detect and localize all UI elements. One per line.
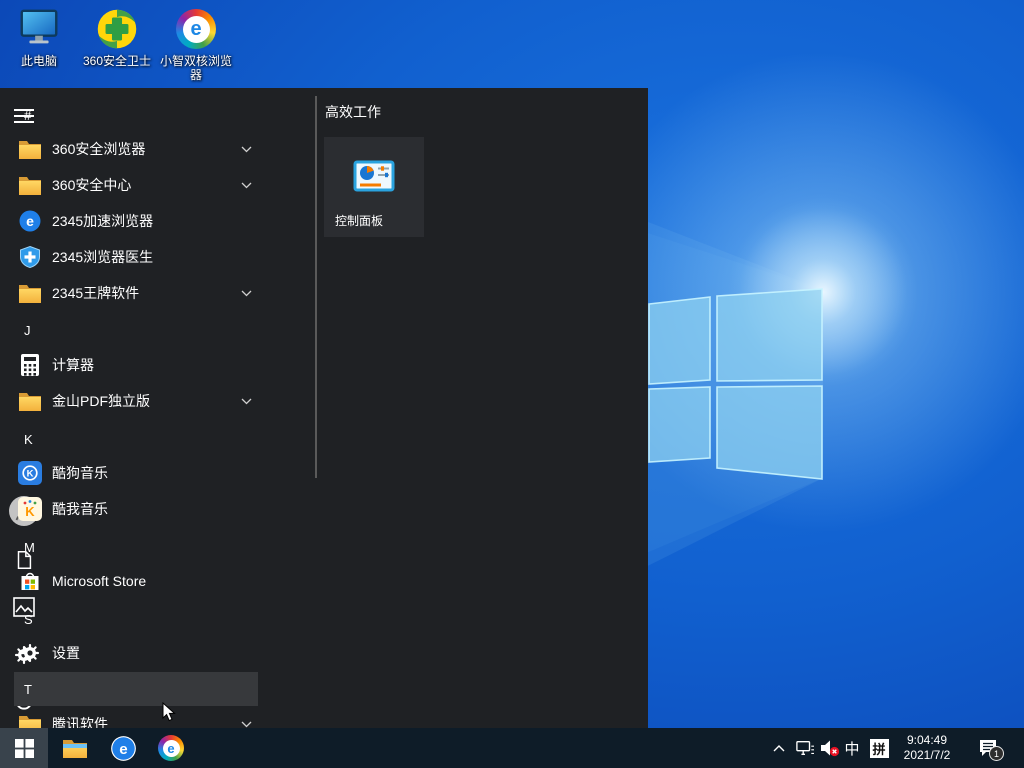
svg-text:K: K: [25, 504, 35, 519]
svg-text:K: K: [27, 469, 34, 480]
360-safeguard-icon: [94, 6, 140, 52]
app-row-kuwo-music[interactable]: K 酷我音乐: [14, 491, 258, 527]
volume-muted-icon[interactable]: [817, 728, 843, 768]
section-header-t[interactable]: T: [14, 672, 258, 706]
app-row-2345-browser-doctor[interactable]: 2345浏览器医生: [14, 239, 258, 275]
section-letter: S: [24, 611, 33, 627]
chevron-down-icon[interactable]: [241, 290, 252, 297]
app-row-settings[interactable]: 设置: [14, 635, 258, 671]
start-windows-icon[interactable]: [0, 728, 48, 768]
this-pc-icon: [16, 6, 62, 52]
chevron-down-icon[interactable]: [241, 146, 252, 153]
desktop-icon-this-pc[interactable]: 此电脑: [0, 6, 78, 68]
desktop-icon-label: 此电脑: [20, 54, 57, 68]
taskbar: e e 中 拼 9:04:49 2021/7/2 1: [0, 728, 1024, 768]
settings-gear-icon: [18, 641, 42, 665]
ime-pinyin[interactable]: 拼: [866, 728, 892, 768]
section-header-s[interactable]: S: [14, 601, 258, 637]
app-row-2345-king-software[interactable]: 2345王牌软件: [14, 275, 258, 311]
chevron-down-icon[interactable]: [241, 398, 252, 405]
app-label: 腾讯软件: [52, 716, 108, 728]
app-row-calculator[interactable]: 计算器: [14, 347, 258, 383]
shield-icon: [18, 245, 42, 269]
app-row-kingsoft-pdf[interactable]: 金山PDF独立版: [14, 383, 258, 419]
folder-icon: [18, 173, 42, 197]
control-panel-icon: [352, 155, 396, 204]
section-letter: M: [24, 539, 35, 555]
xiaozhi-dual-core-browser-icon[interactable]: e: [147, 728, 195, 768]
section-letter: #: [24, 107, 32, 123]
desktop-icon-360-safeguard[interactable]: 360安全卫士: [78, 6, 156, 68]
section-header-j[interactable]: J: [14, 312, 258, 348]
chevron-down-icon[interactable]: [241, 721, 252, 728]
app-list-scrollbar[interactable]: [315, 96, 317, 478]
app-label: 360安全浏览器: [52, 141, 146, 157]
desktop-icon-xiaozhi-browser[interactable]: e 小智双核浏览器: [157, 6, 235, 82]
tile-label: 控制面板: [335, 214, 384, 228]
2345-browser-icon[interactable]: e: [99, 728, 147, 768]
network-icon[interactable]: [793, 728, 817, 768]
ime-mode[interactable]: 中: [841, 728, 863, 768]
file-explorer-icon[interactable]: [51, 728, 99, 768]
desktop-screen: 此电脑 360安全卫士 e 小智双核浏览器 # 360安全浏览器 360安全中心…: [0, 0, 1024, 768]
clock[interactable]: 9:04:49 2021/7/2: [892, 728, 962, 768]
folder-icon: [18, 137, 42, 161]
kugou-music-icon: K: [18, 461, 42, 485]
folder-icon: [18, 389, 42, 413]
section-header-m[interactable]: M: [14, 529, 258, 565]
app-label: 2345加速浏览器: [52, 213, 154, 229]
app-row-360-center[interactable]: 360安全中心: [14, 167, 258, 203]
section-letter: T: [24, 681, 32, 697]
section-header-hash[interactable]: #: [14, 97, 258, 133]
section-header-k[interactable]: K: [14, 421, 258, 457]
desktop-icon-label: 小智双核浏览器: [159, 54, 232, 82]
desktop-icon-label: 360安全卫士: [82, 54, 152, 68]
app-label: 设置: [52, 645, 80, 661]
svg-text:e: e: [119, 740, 127, 757]
2345-browser-icon: e: [18, 209, 42, 233]
tray-date: 2021/7/2: [903, 748, 951, 762]
section-letter: K: [24, 431, 33, 447]
tray-time: 9:04:49: [906, 733, 948, 747]
calculator-icon: [18, 353, 42, 377]
hidden-icons-chevron[interactable]: [768, 728, 790, 768]
app-row-microsoft-store[interactable]: Microsoft Store: [14, 563, 258, 599]
svg-text:e: e: [26, 213, 34, 229]
app-row-tencent-software[interactable]: 腾讯软件: [14, 706, 258, 728]
section-letter: J: [24, 322, 31, 338]
kuwo-music-icon: K: [18, 497, 42, 521]
app-label: 360安全中心: [52, 177, 132, 193]
app-row-kugou-music[interactable]: K 酷狗音乐: [14, 455, 258, 491]
app-row-360-browser[interactable]: 360安全浏览器: [14, 131, 258, 167]
microsoft-store-icon: [18, 569, 42, 593]
app-label: 酷狗音乐: [52, 465, 108, 481]
xiaozhi-dual-core-browser-icon: e: [173, 6, 219, 52]
app-label: 酷我音乐: [52, 501, 108, 517]
notification-badge: 1: [989, 746, 1004, 761]
tile-control-panel[interactable]: 控制面板: [324, 137, 424, 237]
folder-icon: [18, 281, 42, 305]
tile-group-title: 高效工作: [325, 104, 381, 120]
folder-icon: [18, 712, 42, 728]
app-row-2345-browser[interactable]: e 2345加速浏览器: [14, 203, 258, 239]
app-label: 计算器: [52, 357, 94, 373]
app-label: 2345王牌软件: [52, 285, 140, 301]
app-label: 2345浏览器医生: [52, 249, 154, 265]
app-label: 金山PDF独立版: [52, 393, 150, 409]
action-center-icon[interactable]: 1: [966, 728, 1010, 768]
start-menu: # 360安全浏览器 360安全中心 e 2345加速浏览器 2345浏览器医生…: [0, 88, 648, 728]
chevron-down-icon[interactable]: [241, 182, 252, 189]
app-label: Microsoft Store: [52, 573, 147, 589]
